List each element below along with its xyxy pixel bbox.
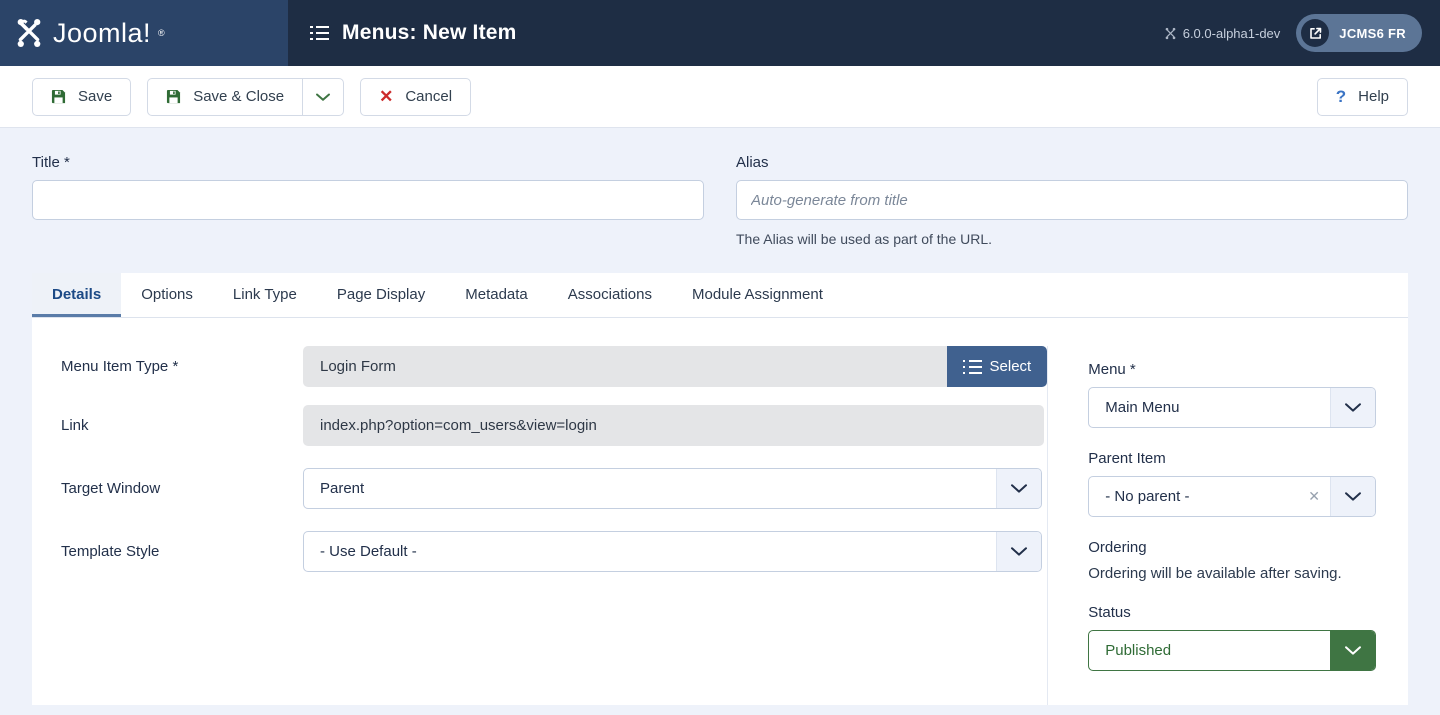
template-style-row: Template Style - Use Default - — [61, 531, 1047, 572]
ordering-field-group: Ordering Ordering will be available afte… — [1088, 539, 1376, 582]
tab-page-display[interactable]: Page Display — [316, 273, 446, 317]
parent-item-select[interactable]: - No parent - ✕ — [1088, 476, 1376, 517]
cancel-button-label: Cancel — [405, 88, 453, 105]
link-row: Link index.php?option=com_users&view=log… — [61, 405, 1047, 446]
tab-details[interactable]: Details — [32, 273, 122, 317]
tab-module-assignment[interactable]: Module Assignment — [672, 273, 843, 317]
chevron-down-icon — [1330, 631, 1375, 670]
save-and-close-label: Save & Close — [193, 88, 285, 105]
menu-select[interactable]: Main Menu — [1088, 387, 1376, 428]
menu-item-type-control: Login Form Select — [303, 346, 1048, 387]
status-label: Status — [1088, 604, 1131, 621]
save-button-label: Save — [78, 88, 113, 105]
save-close-group: Save & Close — [147, 77, 345, 116]
title-alias-row: Title * Alias The Alias will be used as … — [0, 128, 1440, 247]
tab-metadata[interactable]: Metadata — [445, 273, 548, 317]
chevron-down-icon — [316, 93, 331, 101]
toolbar: Save Save & Close ✕ Cancel ? Help — [0, 66, 1440, 128]
save-and-close-button[interactable]: Save & Close — [147, 77, 303, 116]
menu-value: Main Menu — [1105, 399, 1180, 416]
question-mark-icon: ? — [1335, 87, 1347, 106]
tab-options[interactable]: Options — [121, 273, 213, 317]
help-button-label: Help — [1358, 88, 1389, 105]
template-style-value: - Use Default - — [320, 543, 417, 560]
alias-label: Alias — [736, 154, 769, 171]
chevron-down-icon — [996, 532, 1041, 571]
help-button[interactable]: ? Help — [1316, 77, 1408, 116]
toolbar-left-group: Save Save & Close ✕ Cancel — [32, 77, 472, 116]
menu-item-type-row: Menu Item Type * Login Form Select — [61, 346, 1048, 387]
menu-item-type-label: Menu Item Type * — [61, 358, 179, 375]
title-input[interactable] — [32, 180, 704, 220]
x-icon: ✕ — [379, 87, 394, 106]
title-label: Title * — [32, 154, 70, 171]
parent-item-value: - No parent - — [1105, 488, 1190, 505]
cancel-button[interactable]: ✕ Cancel — [360, 77, 472, 116]
alias-field-group: Alias The Alias will be used as part of … — [736, 154, 1408, 247]
menu-field-group: Menu * Main Menu — [1088, 361, 1376, 428]
joomla-logo-link[interactable]: Joomla! ® — [12, 16, 165, 50]
joomla-logo-icon — [17, 18, 41, 48]
chevron-down-icon — [996, 469, 1041, 508]
status-value: Published — [1105, 642, 1172, 659]
save-options-dropdown-button[interactable] — [302, 77, 345, 116]
target-window-control: Parent — [303, 468, 1047, 509]
target-window-label: Target Window — [61, 480, 161, 497]
page-title: Menus: New Item — [342, 21, 517, 44]
brand-registered-mark: ® — [158, 28, 165, 38]
tab-link-type[interactable]: Link Type — [212, 273, 317, 317]
menu-item-type-select-button[interactable]: Select — [946, 346, 1048, 387]
version-text: 6.0.0-alpha1-dev — [1182, 25, 1281, 41]
list-icon — [310, 25, 329, 41]
chevron-down-icon — [1330, 388, 1375, 427]
floppy-disk-icon — [167, 89, 181, 104]
editor-card: Details Options Link Type Page Display M… — [0, 273, 1440, 705]
top-header: Joomla! ® Menus: New Item 6.0.0-alpha1-d… — [0, 0, 1440, 66]
template-style-label: Template Style — [61, 543, 160, 560]
joomla-mini-icon — [1165, 27, 1176, 39]
link-control: index.php?option=com_users&view=login — [303, 405, 1047, 446]
target-window-select[interactable]: Parent — [303, 468, 1042, 509]
select-button-label: Select — [989, 358, 1032, 375]
ordering-note: Ordering will be available after saving. — [1088, 565, 1342, 582]
parent-item-field-group: Parent Item - No parent - ✕ — [1088, 450, 1376, 517]
chevron-down-icon — [1330, 477, 1375, 516]
menu-label: Menu * — [1088, 361, 1136, 378]
save-button[interactable]: Save — [32, 77, 132, 116]
clear-x-icon[interactable]: ✕ — [1308, 488, 1330, 505]
template-style-select[interactable]: - Use Default - — [303, 531, 1042, 572]
list-icon — [962, 359, 982, 375]
tab-bar: Details Options Link Type Page Display M… — [32, 273, 1408, 318]
visit-site-button[interactable]: JCMS6 FR — [1296, 14, 1422, 52]
page-title-wrap: Menus: New Item — [310, 21, 517, 45]
target-window-value: Parent — [320, 480, 365, 497]
details-main-column: Menu Item Type * Login Form Select Link … — [32, 346, 1048, 705]
parent-item-label: Parent Item — [1088, 450, 1166, 467]
visit-site-label: JCMS6 FR — [1339, 25, 1406, 41]
header-right: 6.0.0-alpha1-dev JCMS6 FR — [1164, 14, 1422, 52]
external-link-icon — [1301, 19, 1330, 47]
version-indicator: 6.0.0-alpha1-dev — [1164, 25, 1281, 41]
target-window-row: Target Window Parent — [61, 468, 1047, 509]
alias-input[interactable] — [736, 180, 1408, 220]
template-style-control: - Use Default - — [303, 531, 1047, 572]
link-label: Link — [61, 417, 89, 434]
floppy-disk-icon — [51, 89, 66, 104]
brand-area: Joomla! ® — [0, 0, 288, 66]
title-field-group: Title * — [32, 154, 736, 247]
menu-item-type-value: Login Form — [303, 346, 947, 387]
alias-help-text: The Alias will be used as part of the UR… — [736, 231, 993, 247]
status-select[interactable]: Published — [1088, 630, 1376, 671]
ordering-label: Ordering — [1088, 539, 1147, 556]
details-panel: Menu Item Type * Login Form Select Link … — [32, 318, 1408, 705]
title-bar: Menus: New Item 6.0.0-alpha1-dev JCMS6 F… — [288, 0, 1440, 66]
brand-wordmark: Joomla! — [53, 17, 152, 48]
details-side-column: Menu * Main Menu Parent Item - No parent… — [1047, 346, 1408, 705]
tab-associations[interactable]: Associations — [547, 273, 672, 317]
link-value: index.php?option=com_users&view=login — [303, 405, 1044, 446]
status-field-group: Status Published — [1088, 604, 1376, 671]
